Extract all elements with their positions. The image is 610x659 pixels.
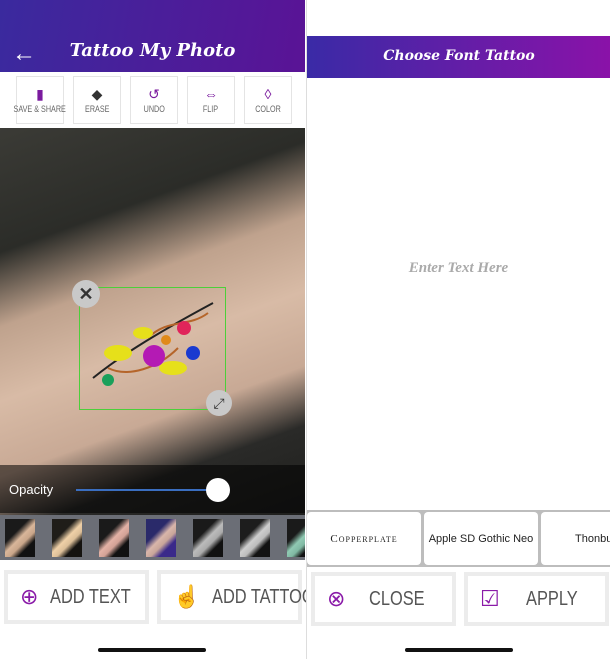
close-button[interactable]: ⊗ CLOSE bbox=[311, 572, 456, 626]
font-option-copperplate[interactable]: Copperplate bbox=[307, 512, 421, 565]
checkbox-checked-icon: ☑ bbox=[480, 586, 500, 611]
droplet-icon: ◊ bbox=[264, 85, 272, 102]
erase-button[interactable]: ◆ ERASE bbox=[73, 76, 121, 124]
filter-thumbnail[interactable] bbox=[240, 519, 270, 557]
flower-tattoo bbox=[92, 302, 214, 386]
remove-tattoo-button[interactable]: ✕ bbox=[72, 280, 100, 308]
filter-thumbnail[interactable] bbox=[146, 519, 176, 557]
add-text-button[interactable]: ⊕ ADD TEXT bbox=[4, 570, 149, 624]
filter-thumbnail[interactable] bbox=[193, 519, 223, 557]
dialog-title: Choose Font Tattoo bbox=[383, 48, 535, 64]
opacity-slider-thumb[interactable] bbox=[206, 478, 230, 502]
resize-handle-icon[interactable]: ⤢ bbox=[206, 390, 232, 416]
opacity-control: Opacity bbox=[0, 465, 305, 513]
filter-thumbnails[interactable] bbox=[0, 515, 305, 560]
filter-thumbnail[interactable] bbox=[287, 519, 305, 557]
eraser-icon: ◆ bbox=[91, 85, 103, 102]
filter-thumbnail[interactable] bbox=[99, 519, 129, 557]
toolbar: ▮ SAVE & SHARE ◆ ERASE ↺ UNDO ⇔ FLIP ◊ COLOR bbox=[14, 76, 292, 124]
flip-button[interactable]: ⇔ FLIP bbox=[187, 76, 235, 124]
opacity-slider-track[interactable] bbox=[76, 489, 218, 491]
sd-card-icon: ▮ bbox=[36, 85, 44, 102]
photo-canvas[interactable]: ✕ ⤢ Opacity bbox=[0, 128, 305, 515]
font-option-apple-sd-gothic-neo[interactable]: Apple SD Gothic Neo bbox=[424, 512, 538, 565]
undo-button[interactable]: ↺ UNDO bbox=[130, 76, 178, 124]
tattoo-selection-box[interactable] bbox=[79, 287, 226, 410]
app-title: Tattoo My Photo bbox=[69, 40, 236, 61]
opacity-label: Opacity bbox=[9, 482, 54, 497]
close-circle-icon: ⊗ bbox=[327, 586, 346, 611]
undo-icon: ↺ bbox=[148, 85, 160, 102]
plus-circle-icon: ⊕ bbox=[20, 584, 39, 609]
font-option-thonburi[interactable]: Thonbu bbox=[541, 512, 610, 565]
flip-icon: ⇔ bbox=[204, 85, 218, 102]
font-dialog-header: Choose Font Tattoo bbox=[307, 36, 610, 78]
home-indicator bbox=[405, 648, 513, 652]
color-button[interactable]: ◊ COLOR bbox=[244, 76, 292, 124]
save-share-button[interactable]: ▮ SAVE & SHARE bbox=[14, 76, 66, 124]
add-tattoo-button[interactable]: ☝ ADD TATTOO bbox=[157, 570, 315, 624]
filter-thumbnail[interactable] bbox=[5, 519, 35, 557]
tattoo-editor-screen: ← Tattoo My Photo ▮ SAVE & SHARE ◆ ERASE ↺… bbox=[0, 0, 315, 659]
header: ← Tattoo My Photo bbox=[0, 0, 305, 72]
hand-pointer-icon: ☝ bbox=[173, 584, 201, 609]
filter-thumbnail[interactable] bbox=[52, 519, 82, 557]
text-input[interactable]: Enter Text Here bbox=[307, 260, 610, 277]
font-list[interactable]: Copperplate Apple SD Gothic Neo Thonbu bbox=[307, 510, 610, 567]
home-indicator bbox=[98, 648, 206, 652]
apply-button[interactable]: ☑ APPLY bbox=[464, 572, 609, 626]
choose-font-screen: Choose Font Tattoo Enter Text Here Coppe… bbox=[306, 0, 610, 659]
